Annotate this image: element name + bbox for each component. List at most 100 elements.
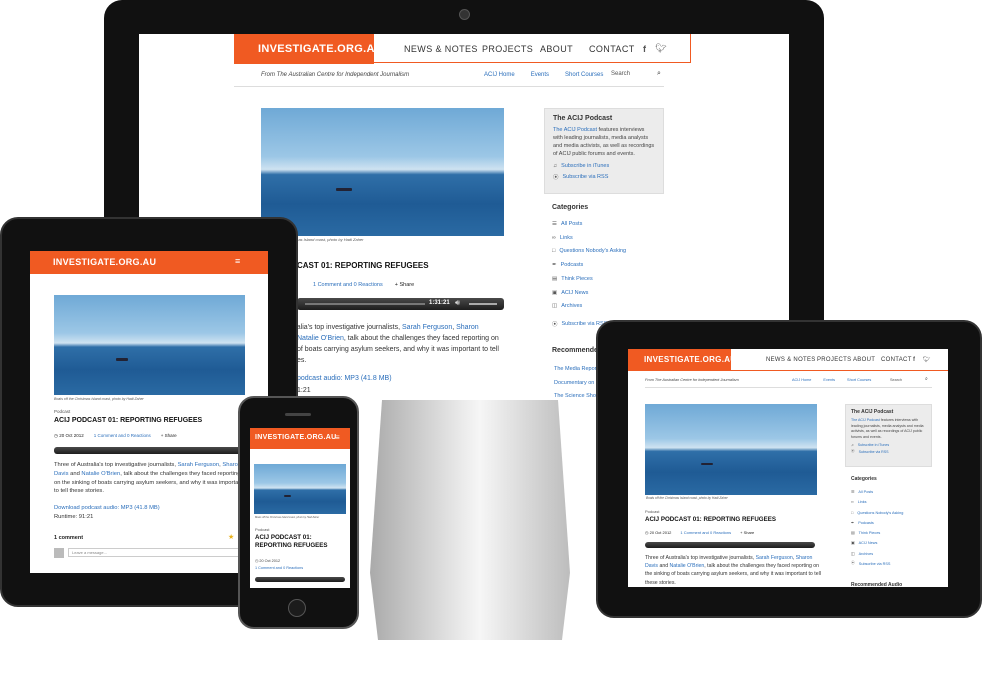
podcast-box: The ACIJ Podcast The ACIJ Podcast featur… <box>544 108 664 194</box>
tablet-logo[interactable]: INVESTIGATE.ORG.AU <box>53 257 156 267</box>
star-icon[interactable]: ★ <box>228 533 234 541</box>
tablet-sarah-ferguson-link[interactable]: Sarah Ferguson <box>178 462 220 468</box>
tl-news-icon: ▣ <box>851 541 855 546</box>
tl-podcast-link[interactable]: The ACIJ Podcast <box>851 418 880 422</box>
tl-logo-bar[interactable]: INVESTIGATE.ORG.AU <box>628 349 736 371</box>
volume-icon[interactable]: 🔊︎ <box>455 298 460 308</box>
tl-subscribe-itunes[interactable]: ♫ Subscribe in iTunes <box>851 443 926 447</box>
tablet-comments-link[interactable]: 1 Comment and 0 Reactions <box>94 433 151 439</box>
phone-audio-player[interactable] <box>255 577 345 582</box>
microphone-icon: ✒ <box>552 262 557 269</box>
podcast-box-title: The ACIJ Podcast <box>553 115 613 122</box>
category-archives[interactable]: ◫ Archives <box>552 300 626 314</box>
comment-input[interactable]: Leave a message... <box>68 548 245 557</box>
player-progress[interactable] <box>305 303 425 305</box>
tl-sub-nav: ACIJ Home Events Short Courses <box>792 378 871 382</box>
natalie-obrien-link[interactable]: Natalie O'Brien <box>297 335 344 342</box>
category-questions[interactable]: □ Questions Nobody's Asking <box>552 245 626 259</box>
site-logo[interactable]: INVESTIGATE.ORG.AU <box>258 43 383 55</box>
tl-category-all-posts[interactable]: ☰ All Posts <box>851 487 903 497</box>
search-input[interactable]: Search <box>611 71 663 80</box>
tl-subnav-events[interactable]: Events <box>823 378 835 382</box>
category-all-posts[interactable]: ☰ All Posts <box>552 218 626 232</box>
tl-categories-subscribe-rss[interactable]: ⦿ Subscribe via RSS <box>851 561 890 566</box>
tl-nav-news-notes[interactable]: NEWS & NOTES <box>766 357 817 363</box>
category-think-pieces[interactable]: ▤ Think Pieces <box>552 273 626 287</box>
tl-sarah-ferguson-link[interactable]: Sarah Ferguson <box>756 555 793 561</box>
sarah-ferguson-link[interactable]: Sarah Ferguson <box>402 324 452 331</box>
category-links[interactable]: ∞ Links <box>552 232 626 246</box>
tl-subscribe-rss[interactable]: ⦿ Subscribe via RSS <box>851 449 926 454</box>
tl-tagline: From The Australian Centre for Independe… <box>645 378 739 382</box>
tablet-download-link[interactable]: Download podcast audio: MP3 (41.8 MB) <box>54 505 160 511</box>
tl-subnav-short-courses[interactable]: Short Courses <box>847 378 871 382</box>
category-acij-news[interactable]: ▣ ACIJ News <box>552 287 626 301</box>
phone-speaker <box>285 413 311 416</box>
tl-facebook-icon[interactable]: f <box>913 357 915 363</box>
tl-rss-icon-2: ⦿ <box>851 561 855 565</box>
phone-home-button[interactable] <box>288 599 306 617</box>
search-icon[interactable]: ⌕ <box>657 70 661 78</box>
recommended-media-report[interactable]: The Media Report <box>554 363 600 377</box>
tl-share-button[interactable]: + Share <box>740 530 754 535</box>
image-caption: mas Island coast, photo by Hadi Zaher <box>295 237 364 242</box>
recommended-documentary[interactable]: Documentary on ... <box>554 377 600 391</box>
tl-subnav-acij-home[interactable]: ACIJ Home <box>792 378 811 382</box>
tl-category-questions[interactable]: □ Questions Nobody's Asking <box>851 508 903 518</box>
tl-search-icon[interactable]: ⌕ <box>925 376 928 382</box>
tl-music-note-icon: ♫ <box>851 443 854 447</box>
tl-natalie-obrien-link[interactable]: Natalie O'Brien <box>670 563 705 569</box>
phone-category: Podcast <box>255 527 270 532</box>
share-button[interactable]: + Share <box>395 282 414 288</box>
tablet-runtime: Runtime: 91:21 <box>54 514 94 520</box>
tl-category-archives[interactable]: ◫ Archives <box>851 549 903 559</box>
tl-nav-about[interactable]: ABOUT <box>853 357 881 363</box>
tl-nav-projects[interactable]: PROJECTS <box>817 357 853 363</box>
tl-category-podcasts[interactable]: ✒ Podcasts <box>851 518 903 528</box>
tablet-share-button[interactable]: + Share <box>161 433 177 439</box>
site-logo-bar[interactable]: INVESTIGATE.ORG.AU <box>234 34 383 64</box>
facebook-icon[interactable]: f <box>643 44 646 54</box>
tl-twitter-icon[interactable]: 🐦︎ <box>923 356 931 363</box>
subnav-short-courses[interactable]: Short Courses <box>565 72 603 78</box>
nav-news-notes[interactable]: NEWS & NOTES <box>404 44 482 54</box>
audio-player[interactable]: 1:31:21 🔊︎ <box>297 298 504 310</box>
comments-link[interactable]: 1 Comment and 0 Reactions <box>313 282 383 288</box>
phone-logo[interactable]: INVESTIGATE.ORG.AU <box>255 434 337 441</box>
tl-recommended-title: Recommended Audio <box>851 582 903 587</box>
nav-contact[interactable]: CONTACT <box>589 44 634 54</box>
main-nav: NEWS & NOTES PROJECTS ABOUT CONTACT <box>404 44 634 54</box>
tl-search-input[interactable]: Search <box>890 378 902 382</box>
tl-comments-link[interactable]: 1 Comment and 0 Reactions <box>680 530 731 535</box>
subnav-acij-home[interactable]: ACIJ Home <box>484 72 515 78</box>
tl-category-links[interactable]: ∞ Links <box>851 497 903 507</box>
tl-header-divider <box>645 387 932 388</box>
category-podcasts[interactable]: ✒ Podcasts <box>552 259 626 273</box>
rss-icon: ⦿ <box>552 322 558 328</box>
phone-comments-link[interactable]: 1 Comment and 0 Reactions <box>255 566 303 570</box>
sharon-davis-link[interactable]: Sharon <box>456 324 479 331</box>
tl-category-acij-news[interactable]: ▣ ACIJ News <box>851 538 903 548</box>
recommended-science-show[interactable]: The Science Show <box>554 390 600 400</box>
tl-audio-player[interactable] <box>645 542 815 548</box>
subnav-events[interactable]: Events <box>531 72 549 78</box>
tl-podcast-box-title: The ACIJ Podcast <box>851 409 894 415</box>
podcast-link[interactable]: The ACIJ Podcast <box>553 127 597 133</box>
nav-projects[interactable]: PROJECTS <box>482 44 540 54</box>
tablet-date: ◷ 20 Oct 2012 <box>54 433 84 438</box>
rss-icon: ⦿ <box>553 175 559 181</box>
nav-about[interactable]: ABOUT <box>540 44 589 54</box>
download-link[interactable]: podcast audio: MP3 (41.8 MB) <box>297 375 392 382</box>
tablet-natalie-obrien-link[interactable]: Natalie O'Brien <box>81 471 120 477</box>
phone-article-title: ACIJ PODCAST 01: REPORTING REFUGEES <box>255 534 328 549</box>
phone-hamburger-icon[interactable]: ≡ <box>335 433 340 442</box>
subscribe-rss[interactable]: ⦿ Subscribe via RSS <box>553 173 655 181</box>
hamburger-menu-icon[interactable]: ≡ <box>235 256 240 266</box>
tl-category-think-pieces[interactable]: ▤ Think Pieces <box>851 528 903 538</box>
subscribe-itunes[interactable]: ♫ Subscribe in iTunes <box>553 163 655 169</box>
volume-slider[interactable] <box>469 303 497 305</box>
tl-logo[interactable]: INVESTIGATE.ORG.AU <box>644 355 736 364</box>
tl-nav-contact[interactable]: CONTACT <box>881 357 911 363</box>
tablet-audio-player[interactable] <box>54 447 245 454</box>
twitter-icon[interactable]: 🐦︎ <box>655 43 666 54</box>
